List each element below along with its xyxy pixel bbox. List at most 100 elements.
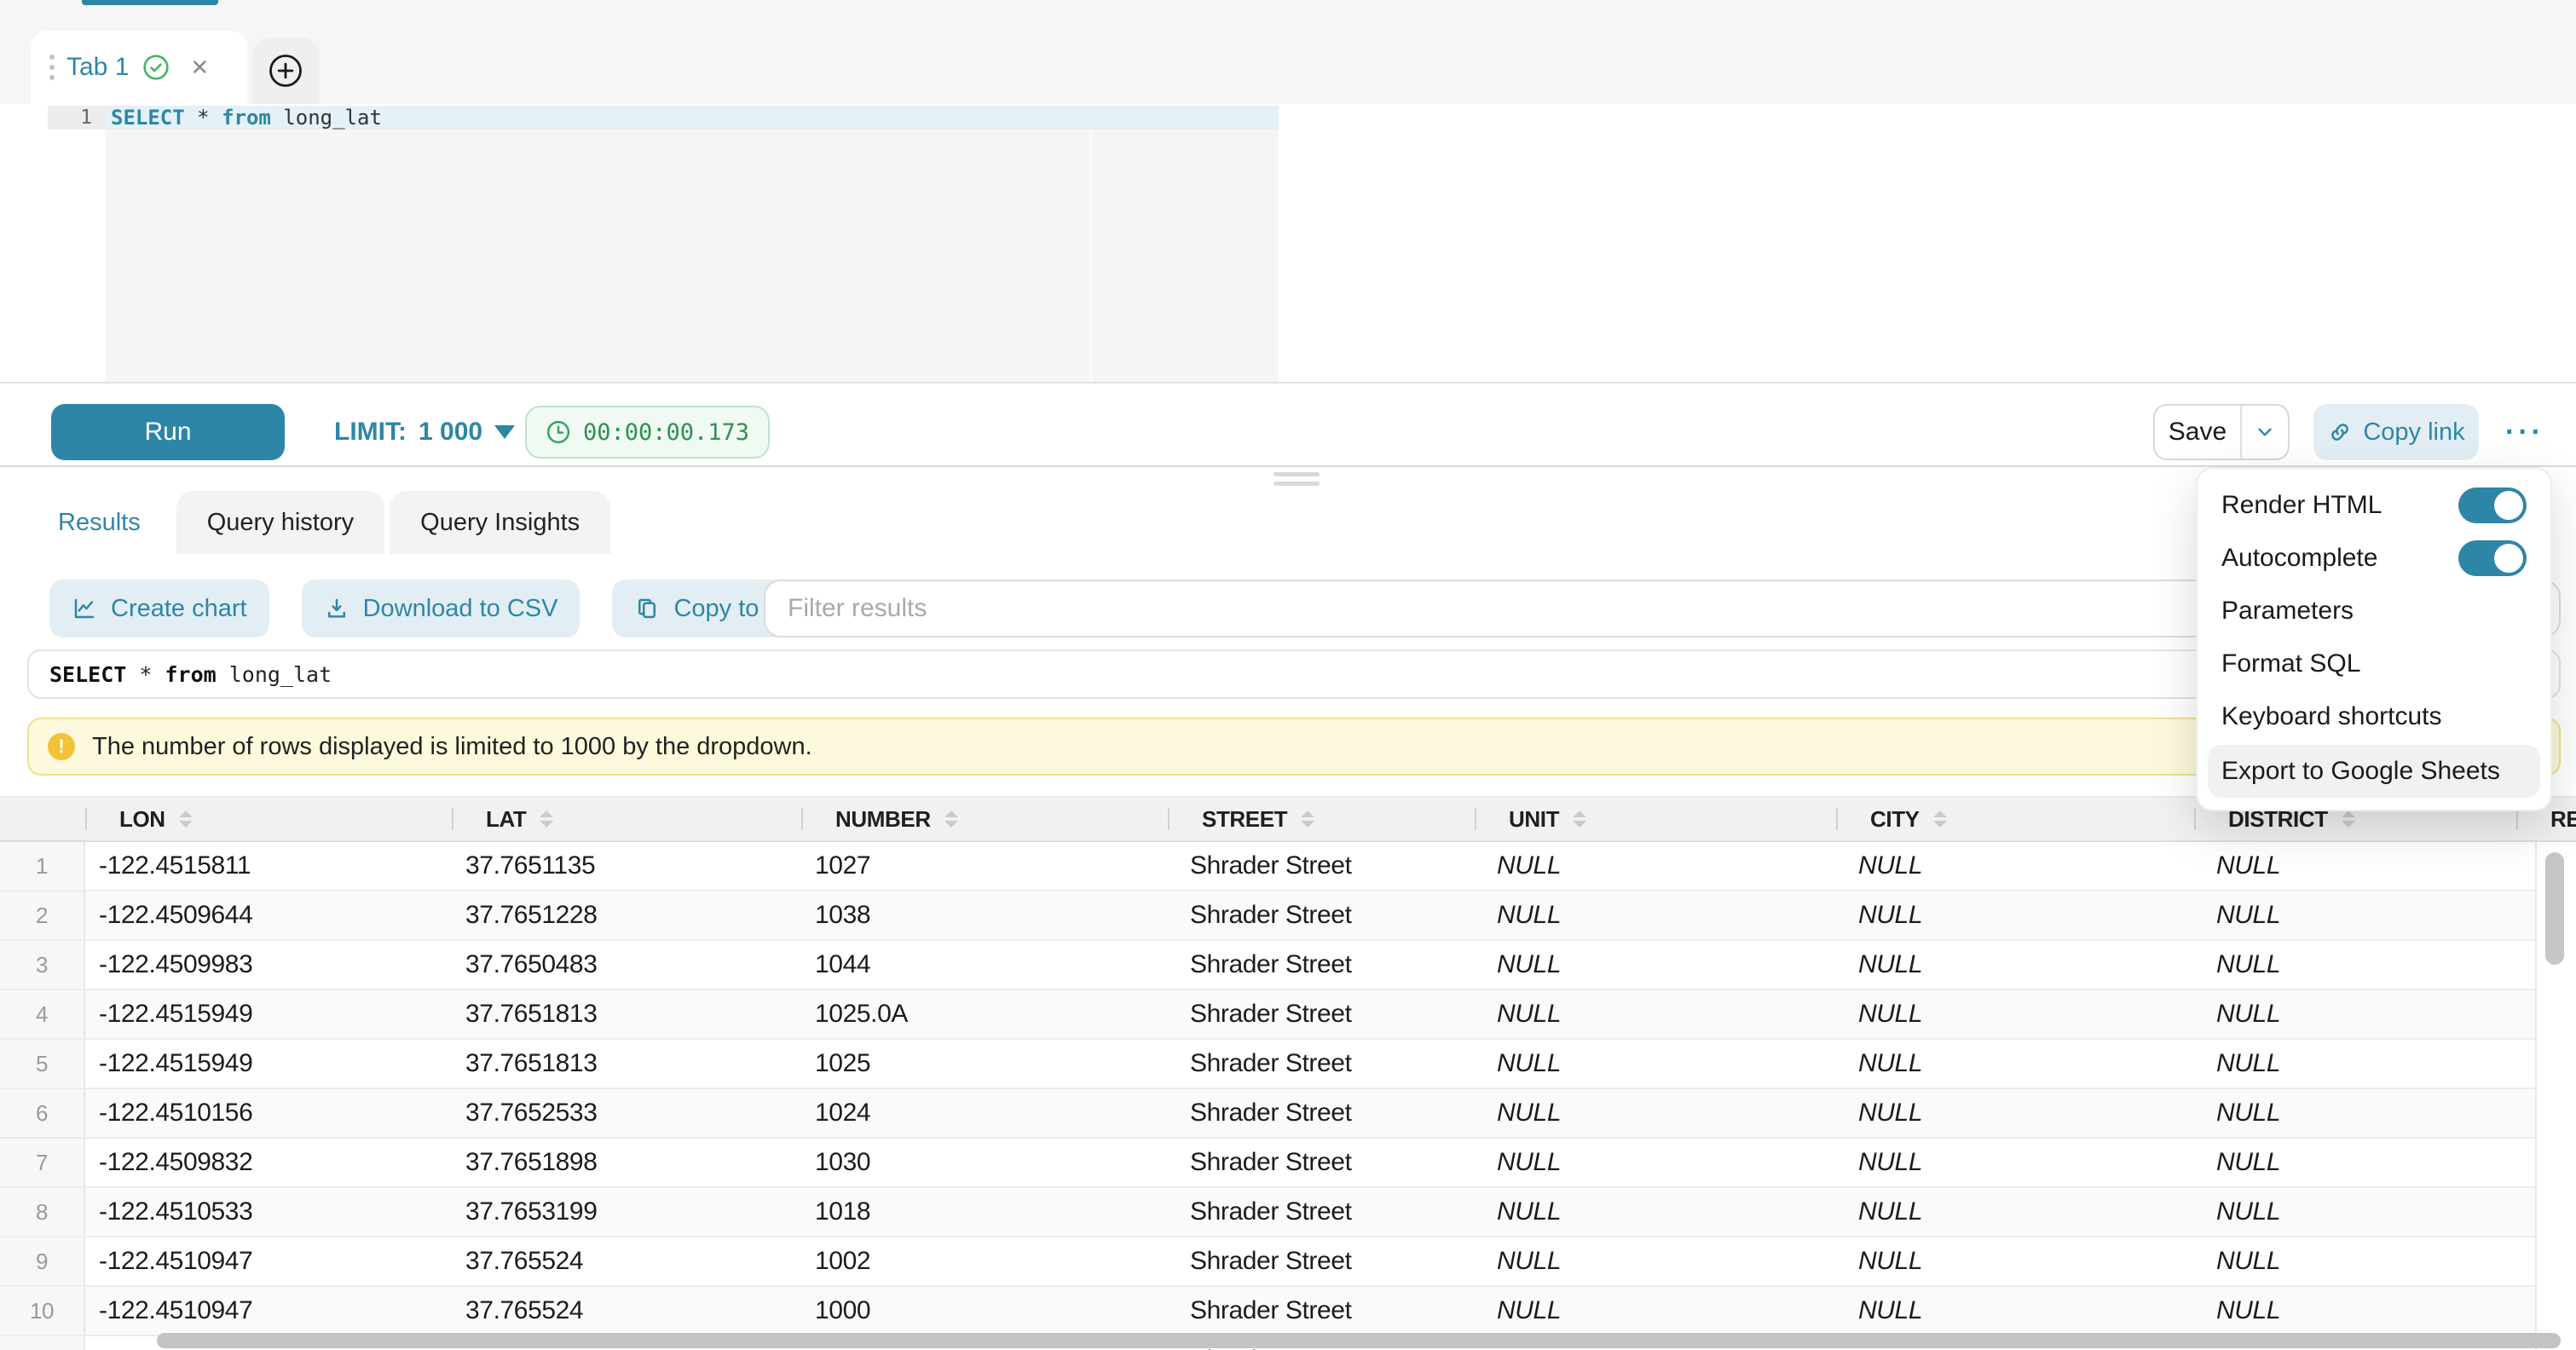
sort-icon[interactable]: [1301, 811, 1314, 828]
table-row[interactable]: 6-122.451015637.76525331024Shrader Stree…: [0, 1089, 2576, 1139]
column-header-lat[interactable]: LAT: [452, 798, 801, 840]
cell[interactable]: 1025.0A: [801, 990, 1168, 1038]
cell[interactable]: 37.7652533: [452, 1089, 801, 1137]
row-number[interactable]: 5: [0, 1040, 85, 1088]
table-row[interactable]: 2-122.450964437.76512281038Shrader Stree…: [0, 891, 2576, 941]
cell[interactable]: NULL: [2194, 1139, 2516, 1186]
cell[interactable]: 37.7651228: [452, 891, 801, 939]
column-header-street[interactable]: STREET: [1168, 798, 1475, 840]
row-number[interactable]: 2: [0, 891, 85, 939]
cell[interactable]: NULL: [2194, 1287, 2516, 1335]
cell[interactable]: NULL: [1836, 1287, 2194, 1335]
menu-item-parameters[interactable]: Parameters: [2198, 585, 2550, 638]
cell[interactable]: 1000: [801, 1287, 1168, 1335]
cell[interactable]: NULL: [1475, 891, 1836, 939]
cell[interactable]: -122.4510156: [85, 1089, 452, 1137]
cell[interactable]: 1044: [801, 941, 1168, 989]
cell[interactable]: 37.7651813: [452, 990, 801, 1038]
cell[interactable]: Shrader Street: [1168, 891, 1475, 939]
cell[interactable]: Shrader Street: [1168, 1089, 1475, 1137]
tab-tab1[interactable]: Tab 1 ✕: [31, 31, 247, 104]
cell[interactable]: NULL: [1836, 1089, 2194, 1137]
close-tab-icon[interactable]: ✕: [190, 56, 209, 78]
cell[interactable]: -122.4515949: [85, 1040, 452, 1088]
render-html-toggle[interactable]: [2458, 488, 2527, 523]
cell[interactable]: 1002: [801, 1238, 1168, 1285]
sql-editor[interactable]: 1 SELECT * from long_lat: [0, 104, 2576, 382]
menu-item-render-html[interactable]: Render HTML: [2198, 479, 2550, 532]
download-csv-button[interactable]: Download to CSV: [302, 580, 580, 638]
tab-results[interactable]: Results: [27, 491, 171, 554]
cell[interactable]: Shrader Street: [1168, 1139, 1475, 1186]
column-header-city[interactable]: CITY: [1836, 798, 2194, 840]
vertical-scrollbar[interactable]: [2535, 842, 2576, 1350]
limit-dropdown[interactable]: LIMIT: 1 000: [334, 404, 515, 460]
cell[interactable]: NULL: [2194, 1188, 2516, 1236]
menu-item-export-google-sheets[interactable]: Export to Google Sheets: [2208, 745, 2540, 798]
cell[interactable]: NULL: [2194, 1089, 2516, 1137]
sort-icon[interactable]: [540, 811, 553, 828]
cell[interactable]: NULL: [1475, 1287, 1836, 1335]
cell[interactable]: Shrader Street: [1168, 1040, 1475, 1088]
cell[interactable]: -122.4509832: [85, 1139, 452, 1186]
cell[interactable]: -122.4515811: [85, 842, 452, 890]
table-row[interactable]: 5-122.451594937.76518131025Shrader Stree…: [0, 1040, 2576, 1089]
run-button[interactable]: Run: [51, 404, 285, 460]
table-row[interactable]: 4-122.451594937.76518131025.0AShrader St…: [0, 990, 2576, 1040]
cell[interactable]: NULL: [1475, 1040, 1836, 1088]
column-header-lon[interactable]: LON: [85, 798, 452, 840]
cell[interactable]: NULL: [1475, 1188, 1836, 1236]
save-button[interactable]: Save: [2155, 406, 2240, 459]
cell[interactable]: 37.7651813: [452, 1040, 801, 1088]
cell[interactable]: NULL: [1836, 1139, 2194, 1186]
create-chart-button[interactable]: Create chart: [49, 580, 269, 638]
cell[interactable]: -122.4509644: [85, 891, 452, 939]
tab-query-history[interactable]: Query history: [176, 491, 384, 554]
new-tab-button[interactable]: [252, 38, 319, 104]
row-number[interactable]: 3: [0, 941, 85, 989]
autocomplete-toggle[interactable]: [2458, 540, 2527, 576]
menu-item-format-sql[interactable]: Format SQL: [2198, 638, 2550, 690]
row-number[interactable]: 8: [0, 1188, 85, 1236]
column-header-number[interactable]: NUMBER: [801, 798, 1168, 840]
cell[interactable]: NULL: [1836, 1238, 2194, 1285]
cell[interactable]: NULL: [1475, 990, 1836, 1038]
copy-link-button[interactable]: Copy link: [2313, 404, 2479, 460]
cell[interactable]: NULL: [1836, 1040, 2194, 1088]
cell[interactable]: Shrader Street: [1168, 1238, 1475, 1285]
cell[interactable]: Shrader Street: [1168, 990, 1475, 1038]
menu-item-keyboard-shortcuts[interactable]: Keyboard shortcuts: [2198, 690, 2550, 743]
menu-item-autocomplete[interactable]: Autocomplete: [2198, 532, 2550, 585]
table-row[interactable]: 10-122.451094737.7655241000Shrader Stree…: [0, 1287, 2576, 1336]
sort-icon[interactable]: [1573, 811, 1586, 828]
cell[interactable]: NULL: [1836, 990, 2194, 1038]
cell[interactable]: NULL: [1836, 842, 2194, 890]
sort-icon[interactable]: [2342, 811, 2355, 828]
cell[interactable]: -122.4510533: [85, 1188, 452, 1236]
cell[interactable]: NULL: [2194, 842, 2516, 890]
cell[interactable]: -122.4510947: [85, 1238, 452, 1285]
cell[interactable]: NULL: [1475, 1238, 1836, 1285]
cell[interactable]: NULL: [2194, 990, 2516, 1038]
row-number[interactable]: 9: [0, 1238, 85, 1285]
table-row[interactable]: 9-122.451094737.7655241002Shrader Street…: [0, 1238, 2576, 1287]
cell[interactable]: 37.7653199: [452, 1188, 801, 1236]
row-number[interactable]: 10: [0, 1287, 85, 1335]
table-row[interactable]: 1-122.451581137.76511351027Shrader Stree…: [0, 842, 2576, 891]
cell[interactable]: Shrader Street: [1168, 1287, 1475, 1335]
column-header-unit[interactable]: UNIT: [1475, 798, 1836, 840]
cell[interactable]: 37.7651135: [452, 842, 801, 890]
sort-icon[interactable]: [179, 811, 193, 828]
vertical-scrollbar-thumb[interactable]: [2545, 852, 2564, 965]
cell[interactable]: -122.4510947: [85, 1287, 452, 1335]
more-options-button[interactable]: ···: [2489, 404, 2561, 460]
row-number[interactable]: 11: [0, 1336, 85, 1350]
cell[interactable]: 1027: [801, 842, 1168, 890]
cell[interactable]: 37.7650483: [452, 941, 801, 989]
cell[interactable]: 1018: [801, 1188, 1168, 1236]
cell[interactable]: 37.7651898: [452, 1139, 801, 1186]
drag-grip-icon[interactable]: [49, 55, 55, 80]
cell[interactable]: NULL: [2194, 1040, 2516, 1088]
cell[interactable]: NULL: [1475, 941, 1836, 989]
cell[interactable]: -122.4515949: [85, 990, 452, 1038]
